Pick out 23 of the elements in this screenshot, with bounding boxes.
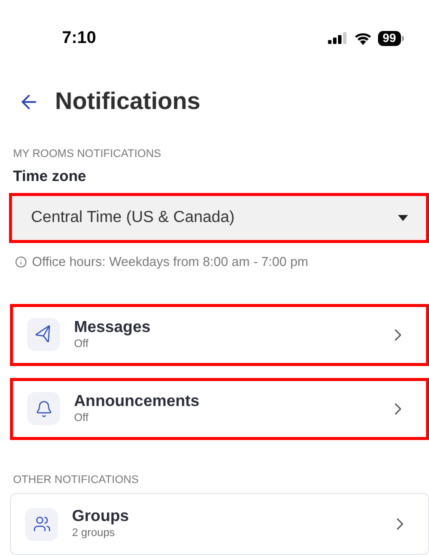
- time-zone-select[interactable]: Central Time (US & Canada): [9, 193, 429, 243]
- status-time: 7:10: [62, 27, 96, 50]
- row-title: Announcements: [74, 392, 200, 412]
- notification-row[interactable]: Announcements Off: [10, 378, 429, 440]
- page-title: Notifications: [55, 87, 200, 118]
- row-title: Messages: [74, 318, 152, 338]
- bell-icon: [34, 400, 52, 418]
- battery-level: 99: [378, 30, 401, 46]
- row-subtitle: Off: [74, 338, 90, 352]
- info-icon: [15, 256, 27, 268]
- dropdown-caret-icon: [398, 215, 408, 222]
- people-icon: [32, 515, 50, 533]
- office-hours-note: Office hours: Weekdays from 8:00 am - 7:00 pm: [32, 253, 308, 271]
- row-subtitle: 2 groups: [72, 527, 116, 541]
- field-label: Time zone: [13, 166, 88, 187]
- notification-row[interactable]: Groups 2 groups: [10, 493, 429, 555]
- row-title: Groups: [72, 507, 130, 528]
- signal-icon: [328, 32, 348, 44]
- section-label: MY ROOMS NOTIFICATIONS: [13, 147, 162, 162]
- section-label: OTHER NOTIFICATIONS: [13, 472, 140, 488]
- notification-row[interactable]: Messages Off: [10, 304, 429, 366]
- row-subtitle: Off: [74, 412, 90, 426]
- wifi-icon: [354, 32, 372, 45]
